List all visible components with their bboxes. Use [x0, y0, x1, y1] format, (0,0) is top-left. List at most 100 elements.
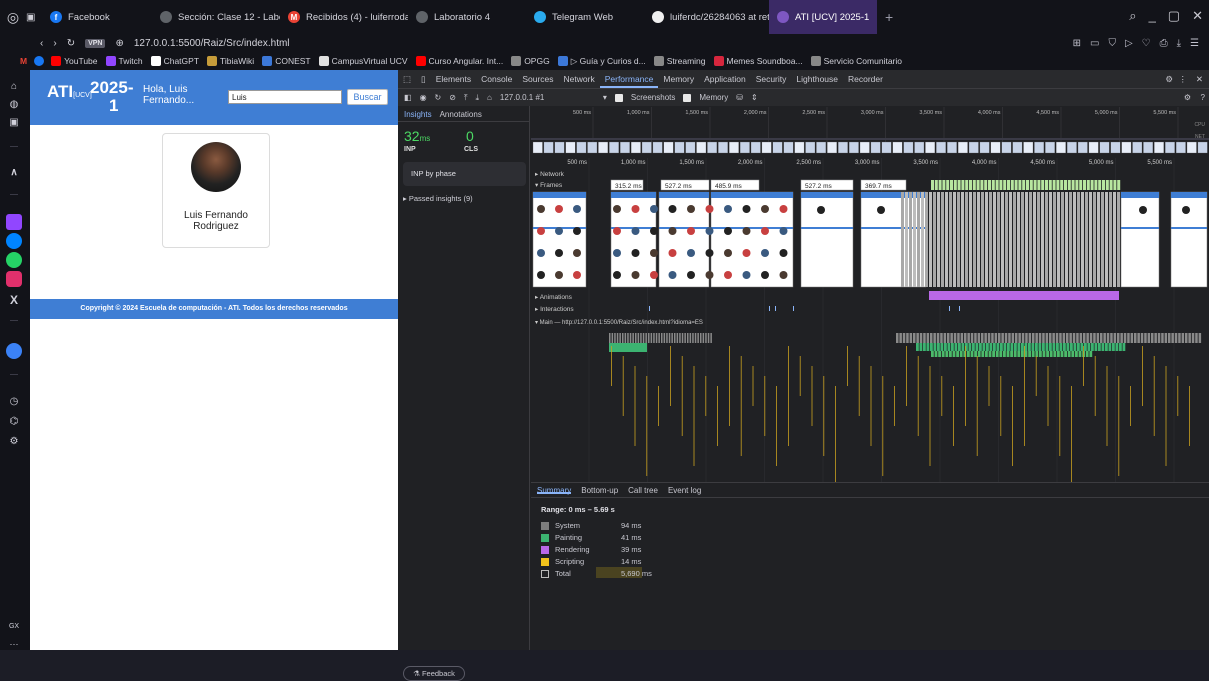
browser-tab[interactable]: Telegram Web	[526, 0, 644, 34]
chevron-down-icon[interactable]: ▾	[603, 93, 607, 102]
bookmark-item[interactable]: Streaming	[653, 56, 706, 67]
close-window-icon[interactable]: ✕	[1192, 8, 1203, 24]
forward-icon[interactable]: ›	[53, 38, 56, 49]
summary-tab-call-tree[interactable]: Call tree	[628, 486, 658, 495]
search-input[interactable]	[228, 90, 342, 104]
browser-tab[interactable]: f Facebook	[42, 0, 152, 34]
performance-timeline[interactable]: 500 ms 1,000 ms 1,500 ms 2,000 ms 2,500 ms 3,…	[531, 106, 1209, 482]
workspaces-icon[interactable]: ▣	[26, 12, 42, 23]
devtools-tab-sources[interactable]: Sources	[517, 70, 558, 88]
bookmark-item[interactable]: ▷ Guía y Curios d...	[557, 56, 646, 67]
feedback-button[interactable]: ⚗ Feedback	[403, 666, 465, 681]
bookmark-item[interactable]: OPGG	[511, 56, 550, 67]
wallet-icon[interactable]: ⎙	[1160, 38, 1168, 49]
opera-logo-icon[interactable]: ◎	[0, 9, 26, 26]
x-icon[interactable]: X	[6, 292, 22, 308]
search-button[interactable]: Buscar	[347, 89, 388, 105]
download-icon[interactable]: ⤓	[1177, 38, 1181, 49]
student-card[interactable]: Luis Fernando Rodriguez	[162, 133, 270, 248]
devtools-tab-network[interactable]: Network	[559, 70, 600, 88]
new-tab-button[interactable]: +	[877, 9, 901, 25]
play-icon[interactable]: ▷	[1125, 38, 1133, 49]
browser-tab[interactable]: ATI [UCV] 2025-1	[769, 0, 877, 34]
site-info-icon[interactable]: ⊕	[115, 38, 123, 49]
search-tabs-icon[interactable]: ⌕	[1129, 8, 1136, 24]
history-icon[interactable]: ◷	[6, 393, 22, 409]
passed-insights[interactable]: ▸ Passed insights (9)	[403, 194, 473, 203]
summary-tab-event-log[interactable]: Event log	[668, 486, 701, 495]
bookmark-item[interactable]: YouTube	[51, 56, 98, 67]
shield-icon[interactable]: ⛉	[1108, 38, 1116, 49]
memory-checkbox[interactable]	[683, 93, 692, 102]
devtools-tab-security[interactable]: Security	[751, 70, 792, 88]
help-icon[interactable]: ?	[1201, 93, 1205, 102]
inspect-icon[interactable]: ⬚	[398, 74, 416, 85]
browser-tab[interactable]: luiferdc/26284063 at reto	[644, 0, 769, 34]
vpn-badge[interactable]: VPN	[85, 38, 106, 48]
flow-icon[interactable]: ▣	[6, 114, 22, 130]
devtools-tab-elements[interactable]: Elements	[431, 70, 476, 88]
home-icon[interactable]: ⌂	[6, 78, 22, 94]
devtools-tab-memory[interactable]: Memory	[658, 70, 699, 88]
facebook-bookmark-icon[interactable]	[34, 56, 45, 66]
bookmark-item[interactable]: Curso Angular. Int...	[415, 56, 503, 67]
home-profile-icon[interactable]: ⌂	[487, 93, 492, 102]
devtools-more-icon[interactable]: ⋮	[1179, 74, 1188, 85]
record-icon[interactable]: ◉	[420, 93, 427, 102]
capture-settings-icon[interactable]: ⚙	[1184, 93, 1191, 102]
devtools-tab-recorder[interactable]: Recorder	[843, 70, 888, 88]
bookmark-item[interactable]: CampusVirtual UCV	[318, 56, 408, 67]
extensions-icon[interactable]: ⌬	[6, 413, 22, 429]
browser-tab[interactable]: Laboratorio 4	[408, 0, 526, 34]
bookmark-item[interactable]: Servicio Comunitario	[810, 56, 902, 67]
tab-annotations[interactable]: Annotations	[440, 110, 482, 119]
devtools-close-icon[interactable]: ✕	[1196, 74, 1203, 85]
screenshots-checkbox[interactable]	[614, 93, 623, 102]
sidebar-toggle-icon[interactable]: ◧	[404, 93, 412, 102]
reload-icon[interactable]: ↻	[67, 38, 75, 49]
messenger-icon[interactable]	[6, 233, 22, 249]
summary-tab-summary[interactable]: Summary	[537, 486, 572, 495]
arc-icon[interactable]: ∧	[6, 164, 22, 180]
inp-phase-card[interactable]: INP by phase	[403, 162, 526, 186]
bookmark-item[interactable]: ChatGPT	[150, 56, 199, 67]
devtools-tab-application[interactable]: Application	[699, 70, 751, 88]
reload-record-icon[interactable]: ↻	[435, 93, 442, 102]
devtools-settings-icon[interactable]: ⚙	[1165, 74, 1173, 85]
minimize-icon[interactable]: _	[1149, 8, 1156, 24]
music-icon[interactable]	[6, 343, 22, 359]
devtools-tab-console[interactable]: Console	[476, 70, 517, 88]
garbage-icon[interactable]: ⛁	[736, 93, 743, 102]
throttle-icon[interactable]: ⇕	[751, 93, 758, 102]
whatsapp-icon[interactable]	[6, 252, 22, 268]
site-brand[interactable]: ATI[UCV] 2025- 1	[47, 78, 133, 115]
clear-icon[interactable]: ⊘	[449, 93, 456, 102]
download-profile-icon[interactable]: ⤓	[476, 93, 480, 103]
devtools-tab-performance[interactable]: Performance	[599, 70, 659, 88]
ai-icon[interactable]: ◍	[6, 96, 22, 112]
bookmark-item[interactable]: Memes Soundboa...	[713, 56, 803, 67]
twitch-icon[interactable]	[6, 214, 22, 230]
upload-icon[interactable]: ⤒	[464, 93, 468, 103]
bookmark-item[interactable]: TibiaWiki	[207, 56, 254, 67]
bookmark-item[interactable]: Twitch	[105, 56, 143, 67]
settings-icon[interactable]: ⚙	[6, 433, 22, 449]
devtools-tab-lighthouse[interactable]: Lighthouse	[791, 70, 843, 88]
browser-tab[interactable]: M Recibidos (4) - luiferroda	[280, 0, 408, 34]
url-field[interactable]: 127.0.0.1:5500/Raiz/Src/index.html	[134, 38, 290, 49]
browser-tab[interactable]: Sección: Clase 12 - Labo	[152, 0, 280, 34]
heart-icon[interactable]: ♡	[1142, 38, 1151, 49]
snapshot-icon[interactable]: ⊞	[1073, 38, 1081, 49]
instagram-icon[interactable]	[6, 271, 22, 287]
menu-icon[interactable]: ☰	[1190, 38, 1199, 49]
device-toolbar-icon[interactable]: ▯	[416, 74, 431, 85]
recording-select[interactable]: 127.0.0.1 #1	[500, 93, 595, 102]
tab-icon[interactable]: ▭	[1090, 38, 1099, 49]
bookmark-item[interactable]: CONEST	[262, 56, 311, 67]
back-icon[interactable]: ‹	[40, 38, 43, 49]
gx-icon[interactable]: GX	[6, 618, 22, 634]
gmail-bookmark-icon[interactable]: M	[20, 56, 27, 66]
summary-tab-bottom-up[interactable]: Bottom-up	[581, 486, 618, 495]
tab-insights[interactable]: Insights	[404, 110, 432, 119]
maximize-icon[interactable]: ▢	[1168, 8, 1180, 24]
